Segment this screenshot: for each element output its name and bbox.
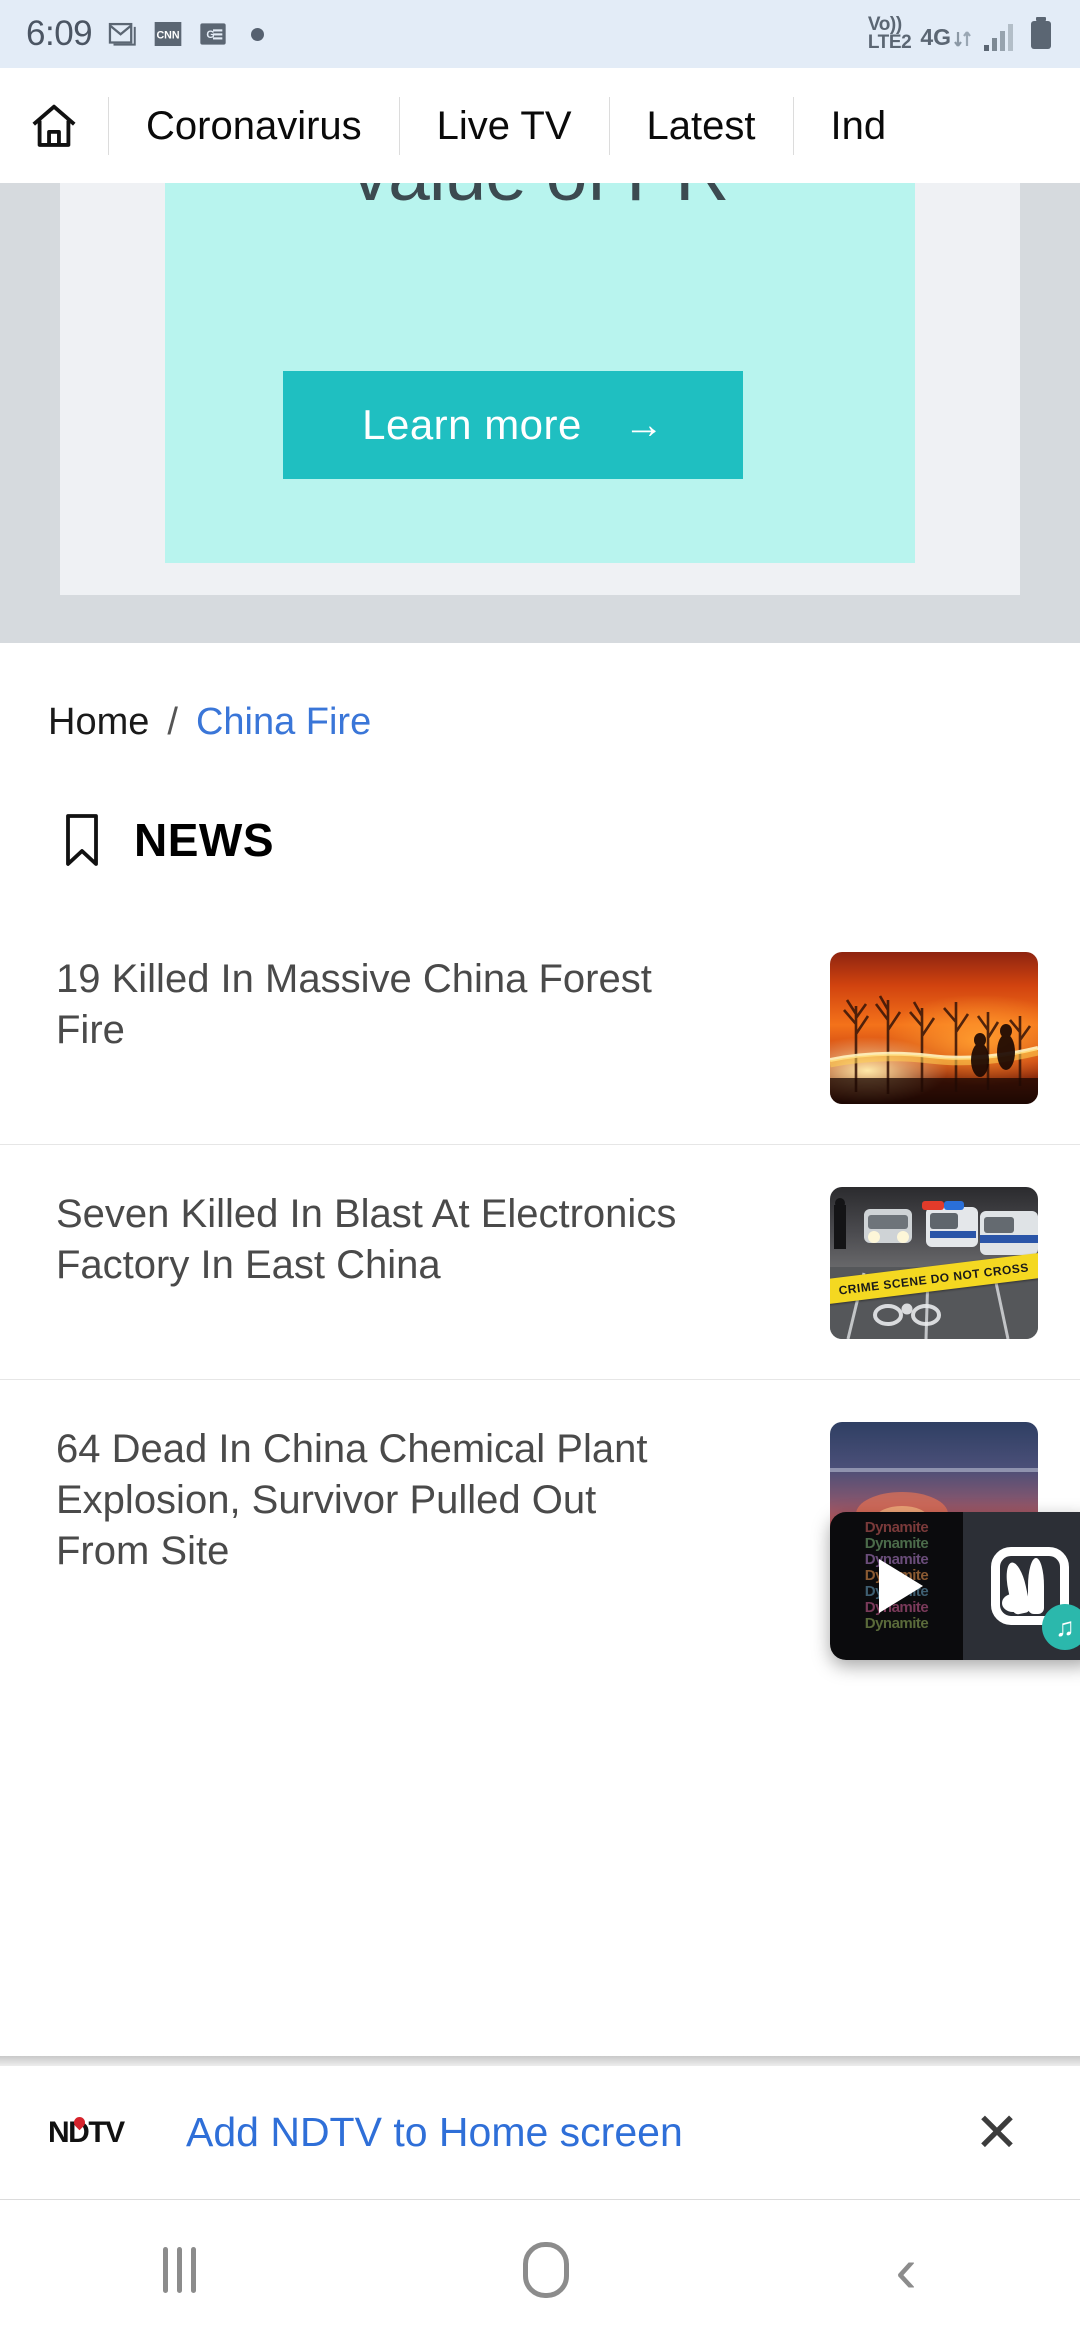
home-icon bbox=[32, 104, 76, 147]
advertisement-headline: value of PR bbox=[165, 183, 915, 217]
add-to-home-screen-link[interactable]: Add NDTV to Home screen bbox=[186, 2109, 962, 2156]
data-transfer-arrows-icon bbox=[954, 31, 971, 47]
gmail-icon bbox=[108, 22, 136, 46]
jiosaavn-app-panel[interactable]: ♫ bbox=[963, 1512, 1080, 1660]
recents-bar bbox=[191, 2247, 197, 2293]
bookmark-icon bbox=[66, 814, 98, 866]
cnn-icon: CNN bbox=[154, 22, 182, 46]
status-bar: 6:09 CNN G Vo)) LTE2 4G bbox=[0, 0, 1080, 68]
svg-text:CNN: CNN bbox=[157, 30, 180, 42]
news-thumbnail-crime-scene[interactable]: CRIME SCENE DO NOT CROSS bbox=[830, 1187, 1038, 1339]
network-label: 4G bbox=[920, 23, 951, 50]
recents-icon[interactable] bbox=[163, 2247, 197, 2293]
volte-line-2: LTE2 bbox=[867, 32, 912, 53]
ndtv-logo-text: NDTV bbox=[48, 2115, 125, 2149]
advertisement-creative[interactable]: value of PR Learn more → bbox=[165, 183, 915, 563]
phone-screen: 6:09 CNN G Vo)) LTE2 4G Coronavirus Live… bbox=[0, 0, 1080, 2340]
network-type-indicator: 4G bbox=[920, 22, 974, 52]
notification-dot-icon bbox=[251, 27, 265, 41]
news-list: 19 Killed In Massive China Forest Fire S… bbox=[0, 910, 1080, 1660]
news-headline[interactable]: 19 Killed In Massive China Forest Fire bbox=[56, 950, 686, 1056]
jiosaavn-player-overlay[interactable]: Dynamite Dynamite Dynamite Dynamite Dyna… bbox=[830, 1512, 1080, 1660]
breadcrumb: Home / China Fire bbox=[0, 643, 1080, 744]
news-thumbnail-forest-fire[interactable] bbox=[830, 952, 1038, 1104]
learn-more-button[interactable]: Learn more → bbox=[283, 371, 743, 479]
ndtv-logo: NDTV bbox=[48, 2112, 146, 2153]
album-title-line: Dynamite bbox=[864, 1519, 929, 1536]
news-list-item[interactable]: Seven Killed In Blast At Electronics Fac… bbox=[0, 1144, 1080, 1379]
close-icon[interactable]: ✕ bbox=[962, 2106, 1032, 2160]
google-news-icon: G bbox=[200, 23, 226, 45]
news-headline[interactable]: Seven Killed In Blast At Electronics Fac… bbox=[56, 1185, 686, 1291]
music-note-badge-icon: ♫ bbox=[1042, 1604, 1080, 1650]
nav-item-latest[interactable]: Latest bbox=[610, 106, 793, 146]
news-section-header: NEWS bbox=[0, 744, 1080, 868]
nav-home-button[interactable] bbox=[0, 99, 108, 153]
album-art-panel[interactable]: Dynamite Dynamite Dynamite Dynamite Dyna… bbox=[830, 1512, 963, 1660]
nav-item-live-tv[interactable]: Live TV bbox=[400, 106, 609, 146]
album-title-line: Dynamite bbox=[864, 1615, 929, 1632]
news-list-item[interactable]: 64 Dead In China Chemical Plant Explosio… bbox=[0, 1379, 1080, 1660]
breadcrumb-current-link[interactable]: China Fire bbox=[196, 701, 371, 744]
status-bar-clock: 6:09 bbox=[26, 14, 93, 53]
learn-more-label: Learn more bbox=[362, 401, 582, 448]
arrow-right-icon: → bbox=[623, 403, 664, 447]
site-nav-bar[interactable]: Coronavirus Live TV Latest Ind bbox=[0, 68, 1080, 183]
battery-full-icon bbox=[1031, 17, 1051, 50]
advertisement-card[interactable]: value of PR Learn more → bbox=[60, 183, 1020, 595]
tree-silhouettes bbox=[830, 995, 1038, 1104]
album-title-line: Dynamite bbox=[864, 1535, 929, 1552]
nav-item-india[interactable]: Ind bbox=[794, 106, 924, 146]
system-home-icon[interactable] bbox=[522, 2242, 569, 2298]
volte-indicator: Vo)) LTE2 bbox=[867, 15, 912, 53]
signal-bars-icon bbox=[984, 24, 1013, 52]
android-system-nav-bar[interactable]: ‹ bbox=[0, 2200, 1080, 2340]
page-content: Home / China Fire NEWS 19 Killed In Mass… bbox=[0, 643, 1080, 2056]
breadcrumb-home-link[interactable]: Home bbox=[48, 701, 149, 744]
recents-bar bbox=[177, 2247, 183, 2293]
play-icon[interactable] bbox=[878, 1559, 923, 1613]
nav-item-coronavirus[interactable]: Coronavirus bbox=[109, 106, 399, 146]
status-bar-left: 6:09 CNN G bbox=[26, 14, 265, 54]
status-bar-right: Vo)) LTE2 4G bbox=[867, 15, 1054, 53]
news-headline[interactable]: 64 Dead In China Chemical Plant Explosio… bbox=[56, 1420, 686, 1578]
banner-separator bbox=[0, 2056, 1080, 2066]
back-icon[interactable]: ‹ bbox=[895, 2238, 916, 2302]
news-section-title: NEWS bbox=[134, 814, 274, 866]
add-to-home-screen-banner[interactable]: NDTV Add NDTV to Home screen ✕ bbox=[0, 2066, 1080, 2200]
breadcrumb-separator: / bbox=[167, 701, 178, 743]
advertisement-container: value of PR Learn more → bbox=[0, 183, 1080, 643]
news-list-item[interactable]: 19 Killed In Massive China Forest Fire bbox=[0, 910, 1080, 1144]
recents-bar bbox=[163, 2247, 169, 2293]
